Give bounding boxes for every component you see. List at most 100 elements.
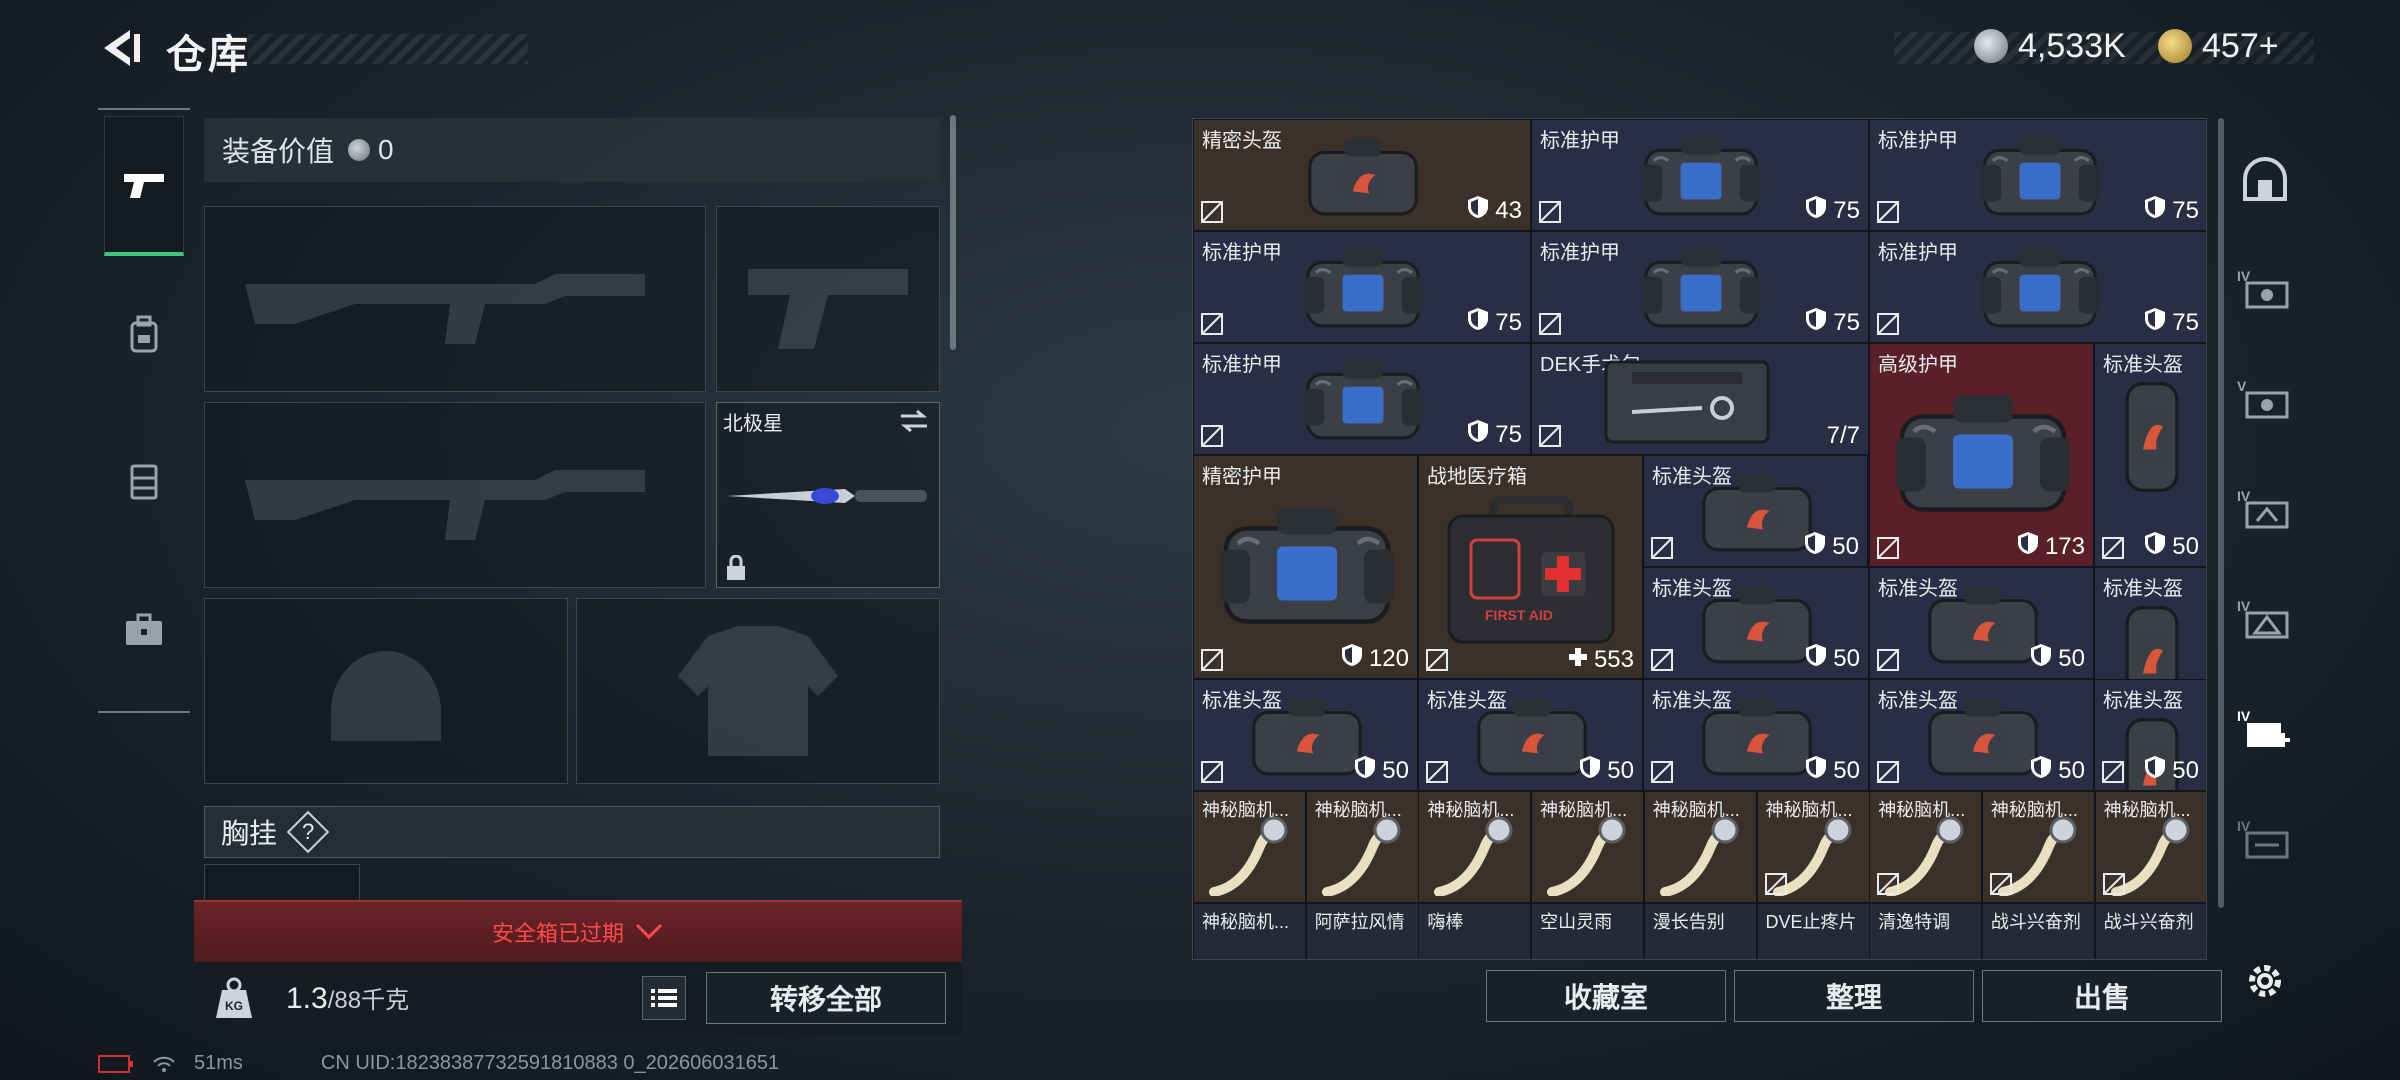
stash-item[interactable]: DEK手术包 7/7: [1531, 343, 1869, 455]
weight-max: /88千克: [327, 987, 410, 1014]
pistol-icon: [124, 173, 164, 198]
page-2-icon[interactable]: V: [2230, 364, 2300, 434]
currency-premium[interactable]: 457+: [2158, 24, 2279, 68]
stash-item-mystery[interactable]: 神秘脑机...: [1981, 791, 2095, 903]
settings-gear-icon[interactable]: [2230, 946, 2300, 1016]
tab-weapons[interactable]: [104, 116, 184, 256]
stash-item[interactable]: 标准头盔50: [1869, 567, 2094, 679]
stash-item-mystery[interactable]: 神秘脑机...: [2094, 791, 2206, 903]
stash-item[interactable]: 战地医疗箱 FIRST AID 553: [1418, 455, 1643, 679]
armor-slot[interactable]: [576, 598, 940, 784]
top-bar: 仓库 4,533K 457+: [0, 0, 2400, 100]
item-image: [1470, 690, 1594, 787]
swap-icon[interactable]: [899, 409, 929, 433]
list-view-button[interactable]: [642, 976, 686, 1020]
shield-icon: [2144, 307, 2166, 338]
stash-item[interactable]: 标准头盔50: [1869, 679, 2094, 791]
stash-item[interactable]: 标准护甲 75: [1869, 231, 2206, 343]
stash-scrollbar[interactable]: [2218, 118, 2224, 908]
stash-item-mystery[interactable]: 神秘脑机...: [1869, 791, 1983, 903]
page-1-icon[interactable]: IV: [2230, 254, 2300, 324]
stash-item[interactable]: 标准头盔50: [1193, 679, 1418, 791]
shield-icon: [1467, 195, 1489, 226]
item-name: 漫长告别: [1652, 912, 1725, 932]
unlock-marker-icon: [1538, 200, 1562, 224]
back-arrow-icon[interactable]: [96, 24, 144, 72]
stash-item[interactable]: 标准护甲 75: [1193, 343, 1531, 455]
stash-item-mystery[interactable]: 神秘脑机...: [1643, 791, 1757, 903]
equipment-panel: 装备价值 0 北极星: [198, 112, 960, 907]
equipment-scrollbar[interactable]: [950, 115, 956, 350]
stash-item-mystery[interactable]: 神秘脑机...: [1756, 791, 1870, 903]
item-image: [1217, 496, 1397, 641]
stash-item[interactable]: 标准护甲 75: [1531, 231, 1869, 343]
stash-item-mystery[interactable]: 神秘脑机...: [1531, 791, 1645, 903]
stash-item[interactable]: 精密头盔 43: [1193, 119, 1531, 231]
stash-item[interactable]: 标准头盔50: [2094, 679, 2206, 791]
chest-rig-slot[interactable]: [204, 864, 360, 904]
stash-item-mystery[interactable]: 神秘脑机...: [1193, 791, 1306, 903]
page-5-icon[interactable]: IV: [2230, 804, 2300, 874]
stash-item[interactable]: 标准头盔50: [1643, 567, 1869, 679]
stash-item[interactable]: 标准护甲 75: [1193, 231, 1531, 343]
page-medical-icon[interactable]: IV: [2230, 694, 2300, 764]
stash-item[interactable]: 漫长告别: [1643, 903, 1757, 959]
tab-backpack[interactable]: [104, 265, 184, 405]
gold-triangle-coin-icon: [2158, 29, 2192, 63]
item-durability: 50: [1579, 755, 1634, 786]
stash-item-mystery[interactable]: 神秘脑机...: [1418, 791, 1532, 903]
unlock-marker-icon: [1650, 760, 1674, 784]
item-name: 阿萨拉风情: [1314, 912, 1405, 932]
primary-weapon-slot[interactable]: [204, 206, 706, 392]
stash-item[interactable]: 标准护甲 75: [1869, 119, 2206, 231]
secondary-weapon-slot[interactable]: [204, 402, 706, 588]
item-name: 精密头盔: [1202, 130, 1282, 152]
stash-item[interactable]: 高级护甲 173: [1869, 343, 2094, 567]
item-durability: 50: [2144, 531, 2199, 562]
shield-icon: [1805, 195, 1827, 226]
stash-item[interactable]: 战斗兴奋剂: [1981, 903, 2095, 959]
stash-item[interactable]: 标准头盔50: [1418, 679, 1643, 791]
stash-item[interactable]: 标准头盔50: [1643, 455, 1868, 567]
page-4-icon[interactable]: IV: [2230, 584, 2300, 654]
help-icon[interactable]: ?: [286, 810, 330, 854]
stash-item[interactable]: 精密护甲 120: [1193, 455, 1418, 679]
backpack-icon: [130, 315, 158, 353]
stash-item[interactable]: 标准头盔50: [1643, 679, 1869, 791]
stash-item[interactable]: 嗨棒: [1418, 903, 1532, 959]
organize-button[interactable]: 整理: [1734, 970, 1974, 1022]
sell-button[interactable]: 出售: [1982, 970, 2222, 1022]
unlock-marker-icon: [2101, 536, 2125, 560]
transfer-all-button[interactable]: 转移全部: [706, 972, 946, 1024]
helmet-slot[interactable]: [204, 598, 568, 784]
stash-item[interactable]: 标准头盔50: [2094, 343, 2206, 567]
unlock-marker-icon: [1650, 536, 1674, 560]
tab-case[interactable]: [104, 560, 184, 700]
stash-item[interactable]: 空山灵雨: [1531, 903, 1645, 959]
currency-coins[interactable]: 4,533K: [1974, 24, 2126, 68]
shield-icon: [2030, 755, 2052, 786]
item-durability: 50: [2030, 755, 2085, 786]
melee-slot[interactable]: 北极星: [716, 402, 940, 588]
rifle-silhouette-icon: [215, 413, 695, 577]
stash-item[interactable]: 清逸特调: [1869, 903, 1983, 959]
item-name: 清逸特调: [1878, 912, 1951, 932]
item-image: FIRST AID: [1441, 496, 1621, 651]
stash-item[interactable]: 阿萨拉风情: [1305, 903, 1419, 959]
item-image: [1921, 578, 2045, 675]
sidearm-slot[interactable]: [716, 206, 940, 392]
stash-item[interactable]: 神秘脑机...: [1193, 903, 1306, 959]
collection-room-button[interactable]: 收藏室: [1486, 970, 1726, 1022]
safe-box-expired-banner[interactable]: 安全箱已过期: [194, 900, 962, 962]
stash-item-mystery[interactable]: 神秘脑机...: [1305, 791, 1419, 903]
stash-item[interactable]: 战斗兴奋剂: [2094, 903, 2206, 959]
item-image: [1978, 242, 2102, 339]
silver-coin-icon: [1974, 29, 2008, 63]
page-3-icon[interactable]: IV: [2230, 474, 2300, 544]
stash-item[interactable]: DVE止疼片: [1756, 903, 1870, 959]
home-stash-icon[interactable]: [2230, 144, 2300, 214]
coin-icon: [348, 139, 371, 161]
stash-item[interactable]: 标准护甲 75: [1531, 119, 1869, 231]
item-image: [1301, 130, 1425, 227]
tab-chest-rig[interactable]: [104, 410, 184, 550]
